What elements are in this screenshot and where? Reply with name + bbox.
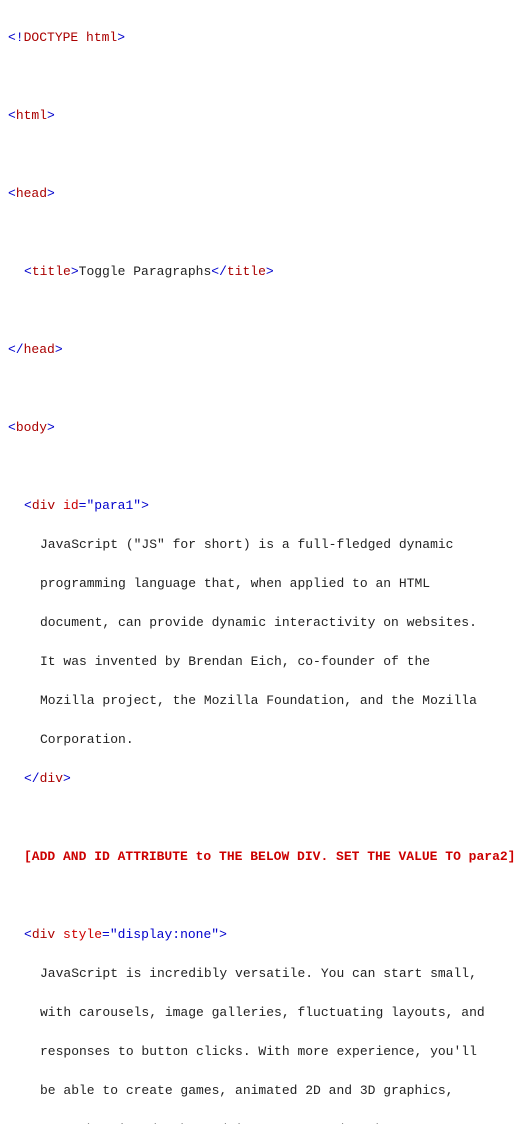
gt: > bbox=[117, 30, 125, 45]
div2-text: comprehensive database-driven apps, and … bbox=[40, 1120, 523, 1124]
div2-text: responses to button clicks. With more ex… bbox=[40, 1042, 523, 1062]
lt: <! bbox=[8, 30, 24, 45]
head-close-line: </head> bbox=[8, 340, 523, 360]
div1-close-line: </div> bbox=[24, 769, 523, 789]
div2-text: with carousels, image galleries, fluctua… bbox=[40, 1003, 523, 1023]
doctype-line: <!DOCTYPE html> bbox=[8, 28, 523, 48]
gt: > bbox=[55, 342, 63, 357]
tag: div bbox=[32, 927, 55, 942]
title-line: <title>Toggle Paragraphs</title> bbox=[24, 262, 523, 282]
lt: </ bbox=[24, 771, 40, 786]
tag: div bbox=[32, 498, 55, 513]
gt: > bbox=[47, 108, 55, 123]
div2-text: JavaScript is incredibly versatile. You … bbox=[40, 964, 523, 984]
gt: > bbox=[266, 264, 274, 279]
div2-open-line: <div style="display:none"> bbox=[24, 925, 523, 945]
attr-id: id bbox=[63, 498, 79, 513]
tag: body bbox=[16, 420, 47, 435]
lt: < bbox=[24, 498, 32, 513]
gt: > bbox=[47, 186, 55, 201]
q: " bbox=[211, 927, 219, 942]
tag: div bbox=[40, 771, 63, 786]
tag: title bbox=[227, 264, 266, 279]
gt: > bbox=[219, 927, 227, 942]
doctype-name: DOCTYPE html bbox=[24, 30, 118, 45]
code-listing: <!DOCTYPE html> <html> <head> <title>Tog… bbox=[8, 8, 523, 1124]
attr-style: style bbox=[63, 927, 102, 942]
lt: < bbox=[8, 420, 16, 435]
head-open-line: <head> bbox=[8, 184, 523, 204]
div1-text: JavaScript ("JS" for short) is a full-fl… bbox=[40, 535, 523, 555]
div1-open-line: <div id="para1"> bbox=[24, 496, 523, 516]
tag: head bbox=[16, 186, 47, 201]
lt: < bbox=[24, 264, 32, 279]
div1-text: Corporation. bbox=[40, 730, 523, 750]
gt: > bbox=[63, 771, 71, 786]
body-open-line: <body> bbox=[8, 418, 523, 438]
div1-text: document, can provide dynamic interactiv… bbox=[40, 613, 523, 633]
eq: = bbox=[102, 927, 110, 942]
gt: > bbox=[141, 498, 149, 513]
gt: > bbox=[71, 264, 79, 279]
tag: head bbox=[24, 342, 55, 357]
gt: > bbox=[47, 420, 55, 435]
lt: </ bbox=[211, 264, 227, 279]
attr-val: para1 bbox=[94, 498, 133, 513]
div1-text: It was invented by Brendan Eich, co-foun… bbox=[40, 652, 523, 672]
tag: title bbox=[32, 264, 71, 279]
instruction-add-id: [ADD AND ID ATTRIBUTE to THE BELOW DIV. … bbox=[24, 847, 523, 867]
lt: < bbox=[24, 927, 32, 942]
html-open-line: <html> bbox=[8, 106, 523, 126]
q: " bbox=[133, 498, 141, 513]
sp bbox=[55, 927, 63, 942]
sp bbox=[55, 498, 63, 513]
attr-val: display:none bbox=[118, 927, 212, 942]
tag: html bbox=[16, 108, 47, 123]
lt: </ bbox=[8, 342, 24, 357]
title-text: Toggle Paragraphs bbox=[79, 264, 212, 279]
div1-text: programming language that, when applied … bbox=[40, 574, 523, 594]
div2-text: be able to create games, animated 2D and… bbox=[40, 1081, 523, 1101]
q: " bbox=[110, 927, 118, 942]
lt: < bbox=[8, 108, 16, 123]
lt: < bbox=[8, 186, 16, 201]
div1-text: Mozilla project, the Mozilla Foundation,… bbox=[40, 691, 523, 711]
